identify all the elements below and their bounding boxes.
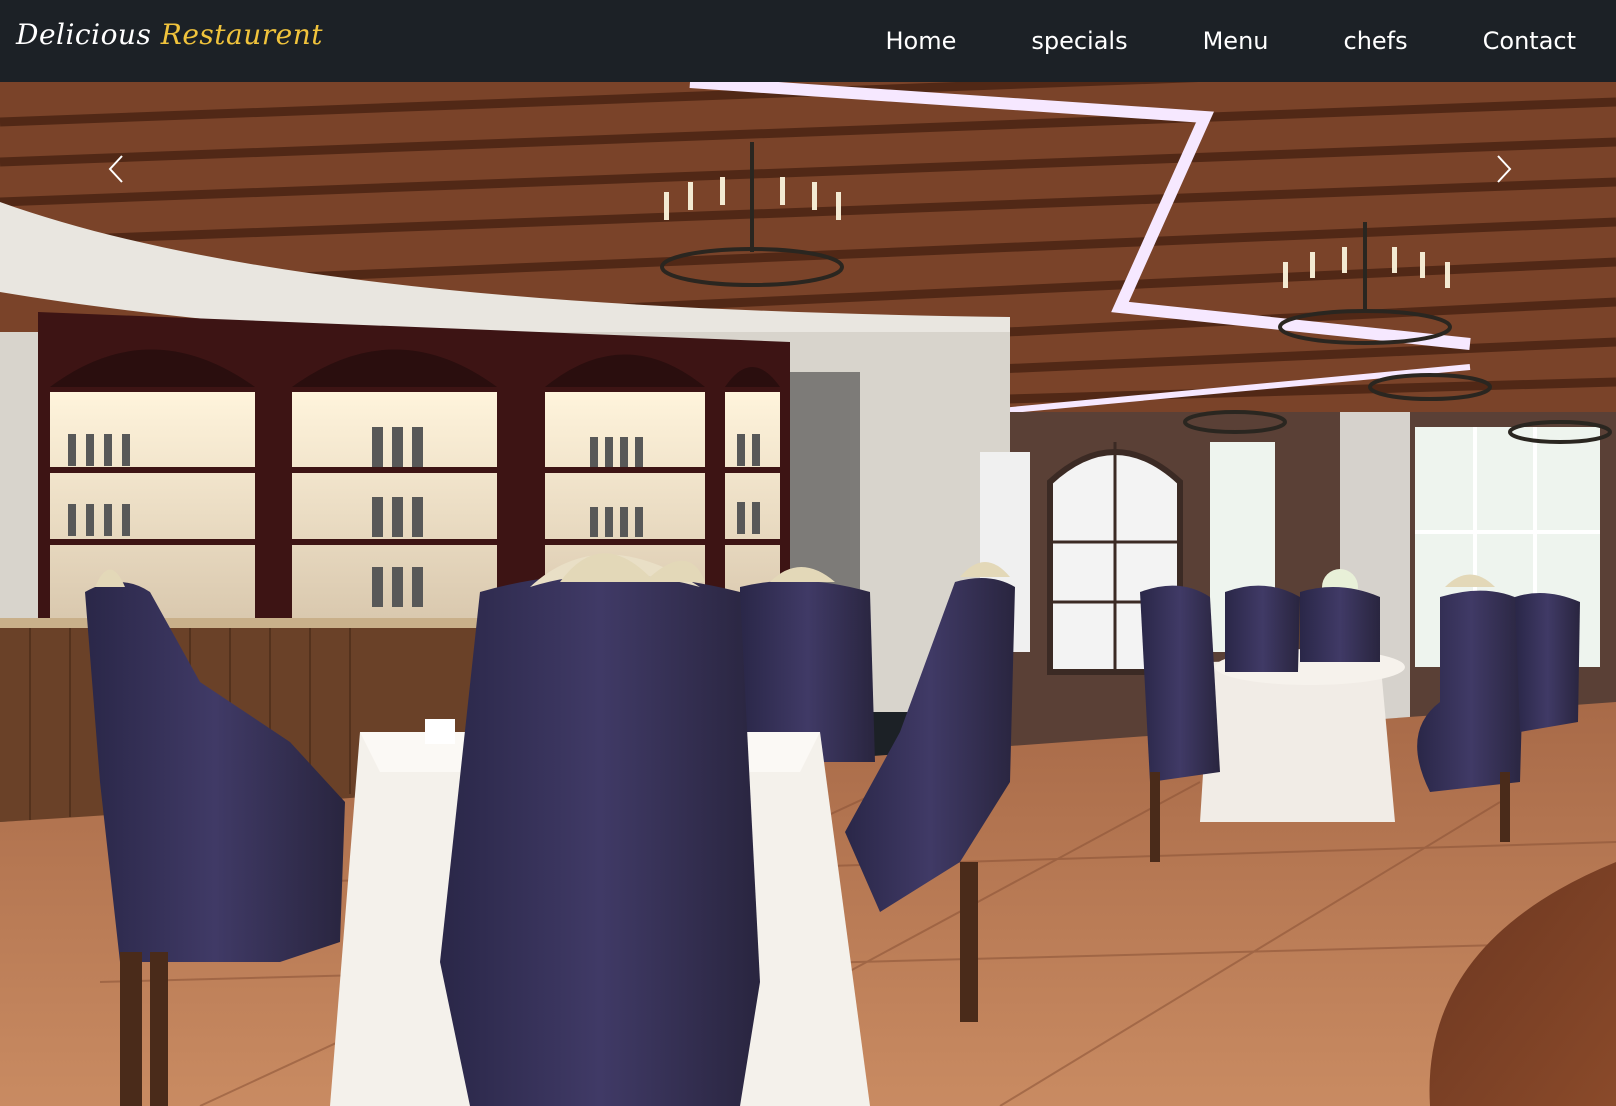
navbar: Delicious Restaurent Home specials Menu … [0,0,1616,82]
nav-home[interactable]: Home [885,27,956,55]
brand-logo[interactable]: Delicious Restaurent [16,18,323,51]
nav-menu[interactable]: Menu [1203,27,1269,55]
main-nav: Home specials Menu chefs Contact [810,0,1576,82]
next-arrow-icon[interactable] [1486,152,1520,186]
hero-slider [0,82,1616,1106]
nav-contact[interactable]: Contact [1483,27,1576,55]
nav-specials[interactable]: specials [1031,27,1127,55]
brand-first-word: Delicious [16,18,152,51]
brand-second-word: Restaurent [160,18,323,51]
nav-chefs[interactable]: chefs [1344,27,1408,55]
restaurant-interior-image [0,82,1616,1106]
prev-arrow-icon[interactable] [100,152,134,186]
